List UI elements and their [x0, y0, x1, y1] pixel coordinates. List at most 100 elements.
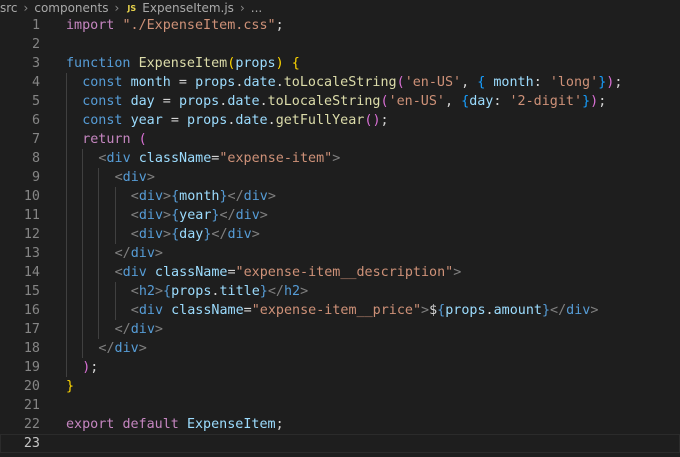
code-token: div [114, 341, 139, 356]
code-token: } [582, 94, 591, 109]
code-line[interactable]: 21 [0, 396, 680, 415]
code-token: > [154, 246, 163, 261]
breadcrumb-item-symbol[interactable]: ... [251, 1, 262, 15]
code-token: toLocaleString [267, 94, 381, 109]
code-line[interactable]: 2 [0, 35, 680, 54]
code-token: ExpenseItem [138, 56, 228, 71]
code-token: } [66, 379, 75, 394]
code-token: day [130, 94, 155, 109]
code-token: div [106, 151, 131, 166]
indent-guide [66, 263, 67, 282]
code-token: ; [90, 360, 99, 375]
code-line[interactable]: 17 </div> [0, 320, 680, 339]
code-line[interactable]: 12 <div>{day}</div> [0, 225, 680, 244]
code-line[interactable]: 16 <div className="expense-item__price">$… [0, 301, 680, 320]
code-token: < [114, 170, 123, 185]
code-token: > [453, 265, 462, 280]
code-token: > [138, 341, 147, 356]
code-line[interactable]: 1 import "./ExpenseItem.css"; [0, 16, 680, 35]
code-token: } [541, 303, 551, 318]
code-token: ( [380, 94, 389, 109]
code-token: ) [590, 94, 599, 109]
code-line[interactable]: 14 <div className="expense-item__descript… [0, 263, 680, 282]
code-token: { [171, 208, 180, 223]
code-token: </ [211, 227, 228, 242]
breadcrumb-item-components[interactable]: components [34, 1, 108, 15]
indent-guide [98, 168, 100, 187]
code-editor[interactable]: src › components › JS ExpenseItem.js › .… [0, 0, 680, 457]
indent-guide [98, 244, 100, 263]
code-line[interactable]: 23 [0, 434, 680, 453]
code-token: , [461, 75, 478, 90]
code-token: day [469, 94, 494, 109]
code-token: ( [138, 132, 147, 147]
code-line[interactable]: 10 <div>{month}</div> [0, 187, 680, 206]
code-line[interactable]: 13 </div> [0, 244, 680, 263]
indent-guide [98, 225, 100, 244]
line-text: <div>{year}</div> [131, 206, 268, 225]
code-line[interactable]: 7 return ( [0, 130, 680, 149]
line-number: 13 [23, 246, 40, 261]
code-token: month [493, 75, 534, 90]
code-token: < [130, 284, 139, 299]
code-line[interactable]: 15 <h2>{props.title}</h2> [0, 282, 680, 301]
indent-guide [82, 339, 84, 358]
indent-guide [66, 339, 67, 358]
line-text: } [66, 377, 74, 396]
code-line[interactable]: 9 <div> [0, 168, 680, 187]
breadcrumb-item-file[interactable]: ExpenseItem.js [142, 1, 234, 15]
code-area[interactable]: 1 import "./ExpenseItem.css"; 2 3 function E… [0, 16, 680, 453]
line-number: 6 [31, 113, 40, 128]
code-line[interactable]: 22 export default ExpenseItem; [0, 415, 680, 434]
line-text: import "./ExpenseItem.css"; [66, 16, 284, 35]
indent-guide [82, 149, 84, 168]
code-token: div [566, 303, 591, 318]
line-number: 11 [23, 208, 40, 223]
code-token: : [533, 75, 550, 90]
javascript-file-icon: JS [127, 3, 137, 13]
code-token: { [163, 284, 172, 299]
code-line[interactable]: 3 function ExpenseItem(props) { [0, 54, 680, 73]
code-token: </ [219, 208, 236, 223]
line-number: 8 [31, 151, 40, 166]
code-token: = [170, 75, 196, 90]
code-line[interactable]: 18 </div> [0, 339, 680, 358]
code-line[interactable]: 11 <div>{year}</div> [0, 206, 680, 225]
line-number: 16 [23, 303, 40, 318]
breadcrumb-item-src[interactable]: src [0, 1, 18, 15]
line-number: 7 [31, 132, 40, 147]
indent-guide [82, 282, 84, 301]
code-token: ; [275, 18, 284, 33]
line-text: <h2>{props.title}</h2> [131, 282, 308, 301]
line-number: 10 [23, 189, 40, 204]
indent-guide [66, 187, 67, 206]
code-line[interactable]: 8 <div className="expense-item"> [0, 149, 680, 168]
code-token: div [138, 227, 164, 242]
code-line[interactable]: 5 const day = props.date.toLocaleString('… [0, 92, 680, 111]
code-line[interactable]: 4 const month = props.date.toLocaleString… [0, 73, 680, 92]
code-token: props [235, 56, 276, 71]
code-token: div [227, 227, 252, 242]
code-token: div [235, 208, 260, 223]
code-token: = [154, 94, 179, 109]
code-token: , [445, 94, 462, 109]
code-token: className [171, 303, 244, 318]
code-token: ( [396, 75, 405, 90]
code-token: > [251, 227, 260, 242]
code-token: = [162, 113, 187, 128]
code-line[interactable]: 20} [0, 377, 680, 396]
line-number: 19 [23, 360, 40, 375]
code-token: "expense-item" [219, 151, 333, 166]
code-line[interactable]: 6 const year = props.date.getFullYear(); [0, 111, 680, 130]
code-token: const [82, 94, 123, 109]
line-number: 5 [31, 94, 40, 109]
code-token: . [267, 113, 276, 128]
code-token: h2 [283, 284, 301, 299]
line-number: 12 [23, 227, 40, 242]
code-token: className [154, 265, 228, 280]
code-token: { [461, 94, 470, 109]
code-line[interactable]: 19); [0, 358, 680, 377]
